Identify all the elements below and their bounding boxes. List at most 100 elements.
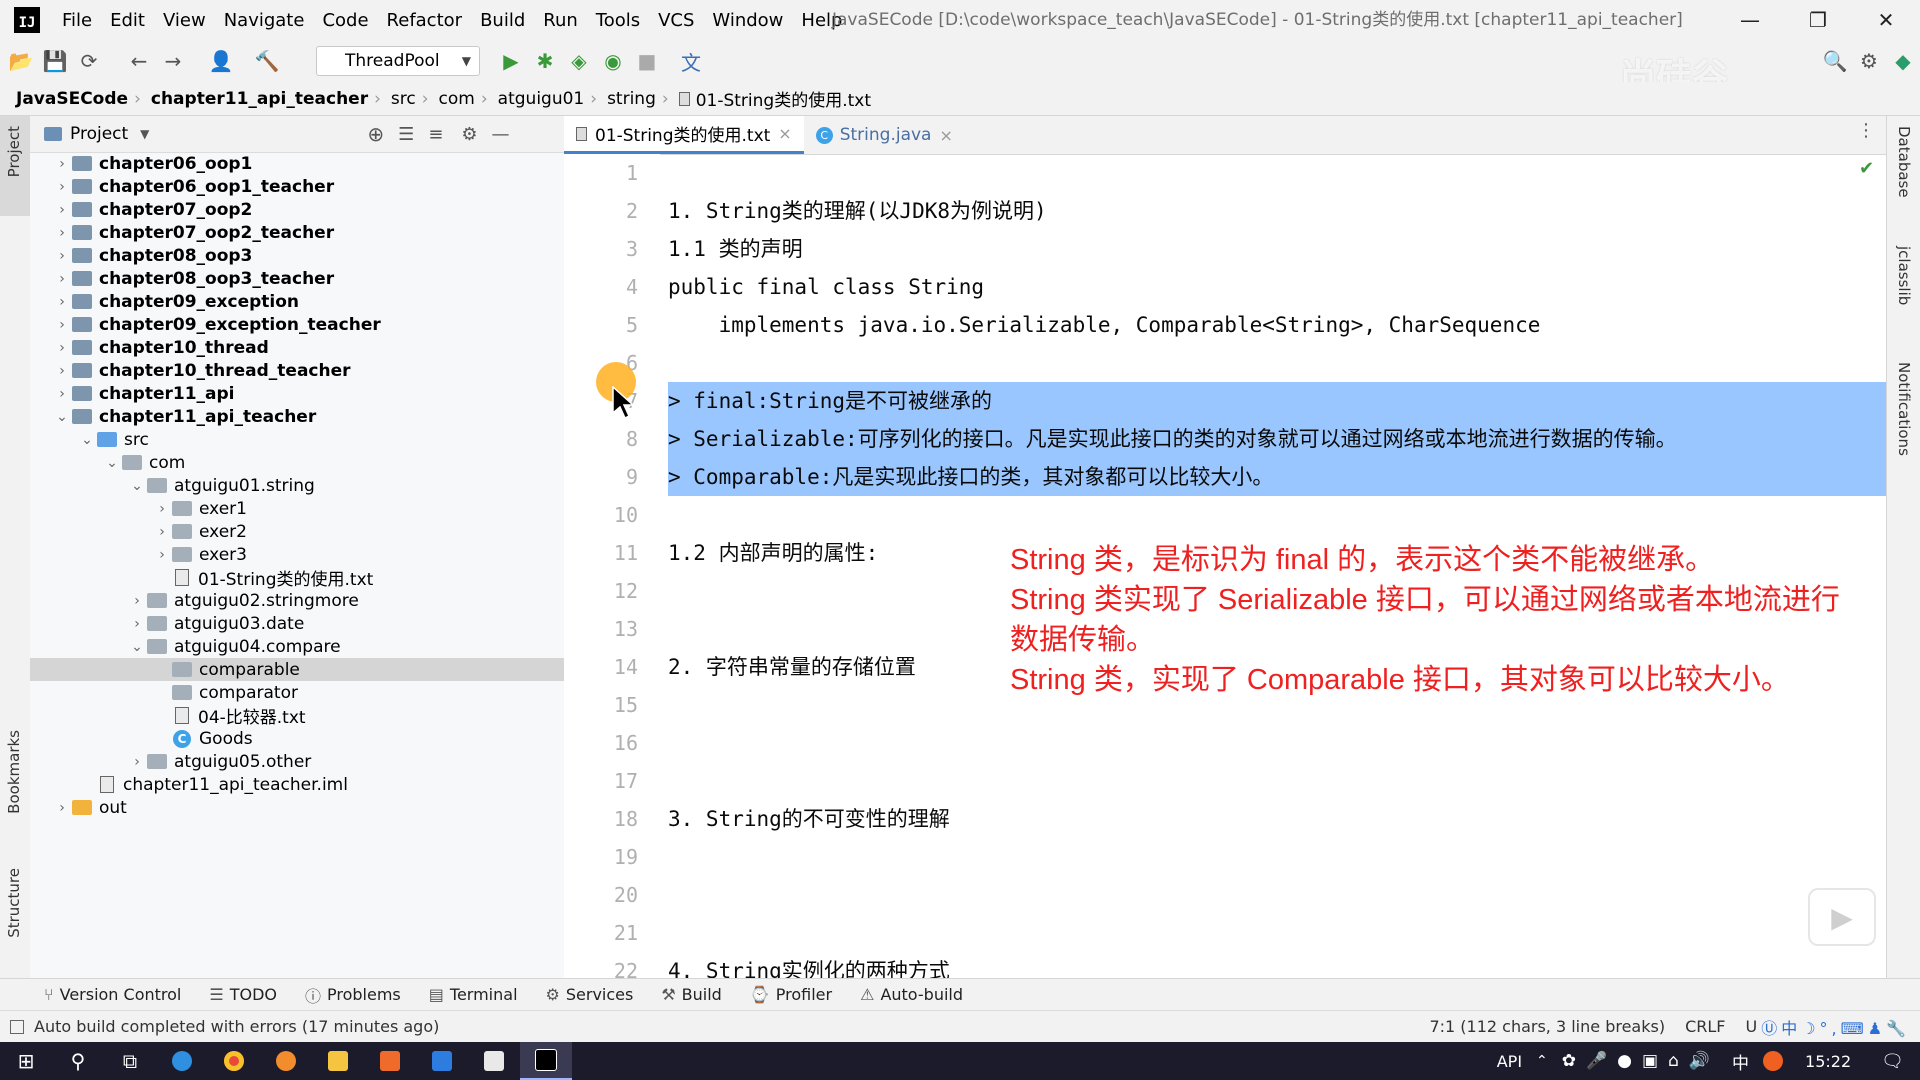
tool-tab-todo[interactable]: ☰ TODO <box>209 985 277 1004</box>
chevron-right-icon[interactable]: › <box>127 616 147 632</box>
tree-item[interactable]: chapter11_api_teacher.iml <box>30 773 564 796</box>
tree-item[interactable]: › chapter08_oop3_teacher <box>30 267 564 290</box>
search-icon[interactable]: ⚲ <box>52 1042 104 1080</box>
chevron-down-icon[interactable]: ⌄ <box>127 478 147 494</box>
breadcrumb-item[interactable]: 01-String类的使用.txt <box>696 86 871 111</box>
tree-item[interactable]: › chapter06_oop1 <box>30 152 564 175</box>
sogou-icon[interactable] <box>1763 1051 1784 1071</box>
chevron-right-icon[interactable]: › <box>52 225 72 241</box>
code-line[interactable]: 1.1 类的声明 <box>668 230 803 268</box>
caret-position[interactable]: 7:1 (112 chars, 3 line breaks) <box>1429 1017 1665 1036</box>
locate-icon[interactable]: ⊕ <box>367 122 384 146</box>
tree-item[interactable]: ⌄ src <box>30 428 564 451</box>
app-blue-icon[interactable] <box>416 1042 468 1080</box>
chevron-right-icon[interactable]: › <box>52 271 72 287</box>
breadcrumb-item[interactable]: chapter11_api_teacher <box>151 89 368 109</box>
tree-item[interactable]: comparable <box>30 658 564 681</box>
breadcrumb-item[interactable]: atguigu01 <box>498 89 585 109</box>
file-encoding[interactable]: U <box>1745 1017 1757 1036</box>
menu-build[interactable]: Build <box>480 10 525 31</box>
jclasslib-tool-button[interactable]: jclasslib <box>1895 246 1913 305</box>
code-line[interactable]: 1.2 内部声明的属性: <box>668 534 878 572</box>
chevron-right-icon[interactable]: › <box>152 524 172 540</box>
sync-icon[interactable]: ⟳ <box>72 49 106 73</box>
app-orange-icon[interactable] <box>364 1042 416 1080</box>
plugin-icon[interactable]: ◆ <box>1886 49 1920 73</box>
database-tool-button[interactable]: Database <box>1895 126 1913 198</box>
breadcrumb-item[interactable]: string <box>607 89 656 109</box>
menu-navigate[interactable]: Navigate <box>224 10 305 31</box>
tree-item[interactable]: › chapter07_oop2 <box>30 198 564 221</box>
chevron-down-icon[interactable]: ⌄ <box>102 455 122 471</box>
intellij-taskbar-icon[interactable] <box>520 1042 572 1080</box>
tray-icons[interactable]: ✿🎤●▣⌂🔊 <box>1562 1051 1720 1071</box>
project-tool-button[interactable]: Project <box>0 116 30 216</box>
chevron-up-icon[interactable]: ⌃ <box>1536 1053 1548 1069</box>
tree-item[interactable]: › exer1 <box>30 497 564 520</box>
tree-item[interactable]: 04-比较器.txt <box>30 704 564 728</box>
close-icon[interactable]: × <box>939 126 952 145</box>
tree-item[interactable]: › atguigu05.other <box>30 750 564 773</box>
code-line[interactable]: 2. 字符串常量的存储位置 <box>668 648 916 686</box>
tool-tab-build[interactable]: ⚒ Build <box>661 985 722 1004</box>
minimize-button[interactable]: — <box>1716 8 1784 32</box>
notification-center-icon[interactable]: 🗨 <box>1881 1051 1904 1072</box>
tree-item[interactable]: › chapter09_exception_teacher <box>30 313 564 336</box>
tree-item[interactable]: › chapter11_api <box>30 382 564 405</box>
structure-tool-button[interactable]: Structure <box>5 868 23 938</box>
tree-item[interactable]: 01-String类的使用.txt <box>30 566 564 590</box>
run-icon[interactable]: ▶ <box>494 49 528 73</box>
breadcrumb-item[interactable]: com <box>439 89 475 109</box>
editor-tab[interactable]: 01-String类的使用.txt × <box>564 116 804 154</box>
tree-item[interactable]: › atguigu02.stringmore <box>30 589 564 612</box>
tree-item[interactable]: › chapter08_oop3 <box>30 244 564 267</box>
menu-vcs[interactable]: VCS <box>658 10 694 31</box>
stop-icon[interactable]: ■ <box>630 49 664 73</box>
close-button[interactable]: ✕ <box>1852 8 1920 32</box>
line-separator[interactable]: CRLF <box>1685 1017 1725 1036</box>
build-hammer-icon[interactable]: 🔨 <box>250 49 284 73</box>
menu-refactor[interactable]: Refactor <box>387 10 463 31</box>
tree-item[interactable]: › chapter06_oop1_teacher <box>30 175 564 198</box>
tree-item[interactable]: ⌄ com <box>30 451 564 474</box>
edge-icon[interactable] <box>156 1042 208 1080</box>
tree-item[interactable]: › out <box>30 796 564 819</box>
chevron-down-icon[interactable]: ⌄ <box>127 639 147 655</box>
back-icon[interactable]: ← <box>122 49 156 73</box>
open-folder-icon[interactable]: 📂 <box>4 49 38 73</box>
forward-icon[interactable]: → <box>156 49 190 73</box>
api-label[interactable]: API <box>1497 1052 1522 1071</box>
tree-item[interactable]: › atguigu03.date <box>30 612 564 635</box>
chevron-right-icon[interactable]: › <box>127 754 147 770</box>
chevron-down-icon[interactable]: ▼ <box>140 127 149 141</box>
chevron-down-icon[interactable]: ⌄ <box>77 432 97 448</box>
menu-window[interactable]: Window <box>712 10 783 31</box>
profile-icon[interactable]: ◉ <box>596 49 630 73</box>
code-line[interactable]: 1. String类的理解(以JDK8为例说明) <box>668 192 1047 230</box>
more-icon[interactable]: ⋮ <box>1857 120 1875 141</box>
hide-icon[interactable]: — <box>492 124 510 145</box>
windows-start-icon[interactable]: ⊞ <box>0 1042 52 1080</box>
chevron-right-icon[interactable]: › <box>52 386 72 402</box>
project-view-select[interactable]: Project <box>70 124 128 144</box>
tree-item[interactable]: comparator <box>30 681 564 704</box>
close-icon[interactable]: × <box>778 124 791 143</box>
expand-all-icon[interactable]: ☰ <box>398 124 414 145</box>
browser-icon[interactable] <box>260 1042 312 1080</box>
code-line[interactable]: > Serializable:可序列化的接口。凡是实现此接口的类的对象就可以通过… <box>668 420 1677 458</box>
chevron-right-icon[interactable]: › <box>127 593 147 609</box>
tree-item[interactable]: ⌄ chapter11_api_teacher <box>30 405 564 428</box>
run-configuration-select[interactable]: ThreadPool ▼ <box>316 46 480 76</box>
code-line[interactable]: 3. String的不可变性的理解 <box>668 800 950 838</box>
code-line[interactable]: > Comparable:凡是实现此接口的类，其对象都可以比较大小。 <box>668 458 1273 496</box>
problems-toggle-icon[interactable] <box>10 1019 24 1034</box>
save-icon[interactable]: 💾 <box>38 49 72 73</box>
tree-item[interactable]: › chapter10_thread <box>30 336 564 359</box>
chevron-right-icon[interactable]: › <box>152 547 172 563</box>
code-line[interactable]: > final:String是不可被继承的 <box>668 382 992 420</box>
menu-edit[interactable]: Edit <box>110 10 145 31</box>
settings-icon[interactable]: ⚙ <box>1852 49 1886 73</box>
chevron-right-icon[interactable]: › <box>52 248 72 264</box>
chevron-right-icon[interactable]: › <box>52 294 72 310</box>
task-view-icon[interactable]: ⧉ <box>104 1042 156 1080</box>
